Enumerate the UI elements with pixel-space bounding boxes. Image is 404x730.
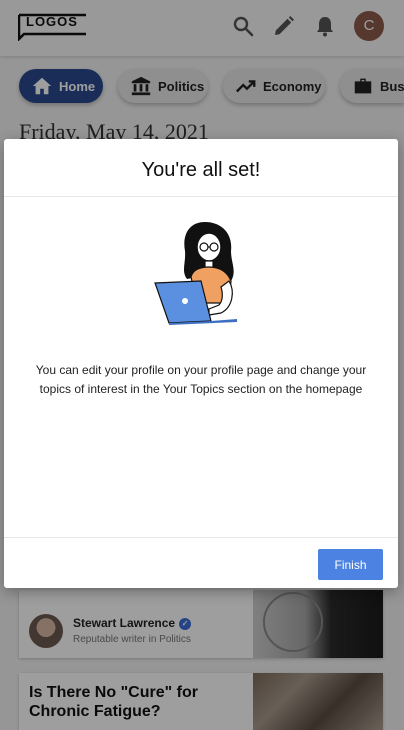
divider: [4, 196, 398, 197]
dialog-message: You can edit your profile on your profil…: [35, 363, 367, 396]
finish-button[interactable]: Finish: [318, 549, 383, 580]
woman-with-laptop-illustration: [154, 222, 237, 325]
onboarding-complete-dialog: You're all set! You can edit your profil…: [4, 139, 398, 588]
divider: [4, 537, 398, 538]
dialog-title: You're all set!: [141, 159, 261, 181]
